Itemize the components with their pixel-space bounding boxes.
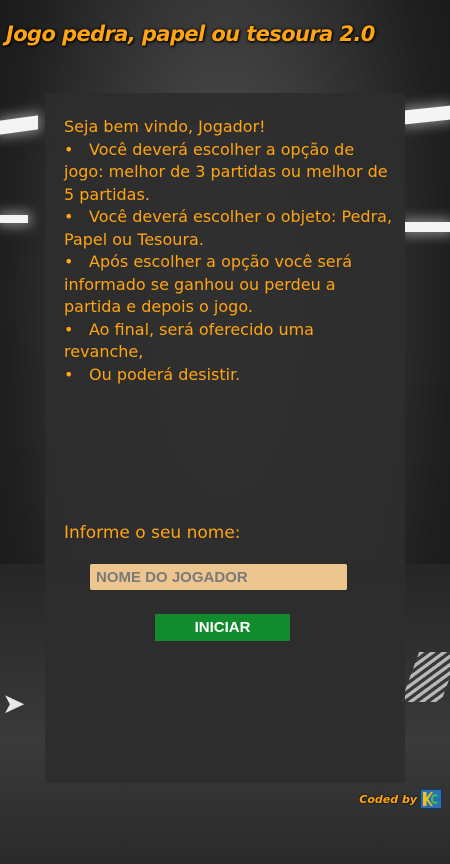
bullet-icon: • [64,319,74,339]
rule-item: • Após escolher a opção você será informa… [64,251,394,319]
main-panel: Seja bem vindo, Jogador! • Você deverá es… [45,93,405,783]
instructions: Seja bem vindo, Jogador! • Você deverá es… [64,116,394,386]
rule-item: • Ou poderá desistir. [64,364,394,387]
rule-text: Você deverá escolher a opção de jogo: me… [64,139,388,204]
bullet-icon: • [64,139,74,159]
ceiling-light [405,105,450,125]
rule-item: • Você deverá escolher o objeto: Pedra, P… [64,206,394,251]
rule-text: Você deverá escolher o objeto: Pedra, Pa… [64,207,393,249]
credit: Coded by [359,789,442,809]
ceiling-light [405,222,450,232]
page-title: Jogo pedra, papel ou tesoura 2.0 [6,22,375,46]
kg-logo-icon[interactable] [420,789,442,809]
bullet-icon: • [64,207,74,226]
start-button[interactable]: INICIAR [155,614,290,641]
rule-item: • Ao final, será oferecido uma revanche, [64,319,394,364]
greeting-text: Seja bem vindo, Jogador! [64,117,266,136]
player-name-input[interactable] [90,564,347,590]
rule-text: Após escolher a opção você será informad… [64,252,353,316]
ceiling-light [0,215,28,223]
name-label: Informe o seu nome: [64,523,241,543]
bullet-icon: • [64,252,74,271]
floor-arrow-icon: ➤ [2,687,26,720]
rule-item: • Você deverá escolher a opção de jogo: m… [64,139,394,207]
ceiling-light [0,115,38,135]
bullet-icon: • [64,364,74,384]
rule-text: Ou poderá desistir. [89,364,241,384]
rules-list: • Você deverá escolher a opção de jogo: m… [64,139,394,387]
credit-text: Coded by [359,792,417,806]
rule-text: Ao final, será oferecido uma revanche, [64,319,314,362]
